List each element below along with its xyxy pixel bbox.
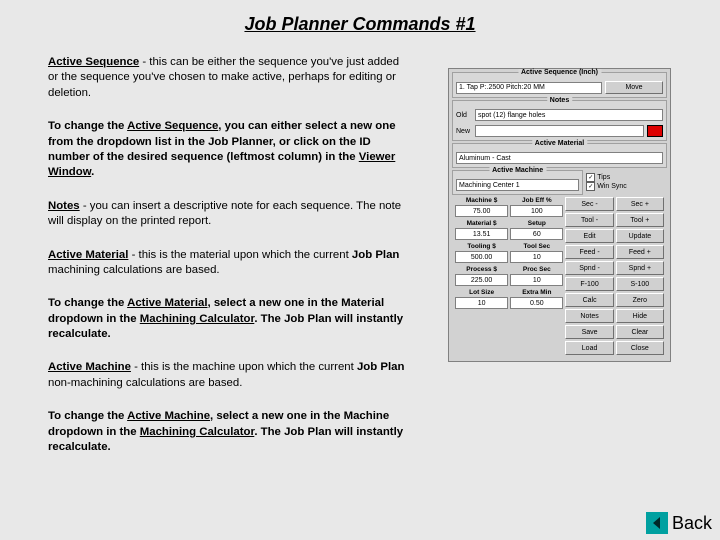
tool-minus-button[interactable]: Tool - <box>565 213 613 227</box>
process-cost-field[interactable]: 225.00 <box>455 274 508 286</box>
spnd-minus-button[interactable]: Spnd - <box>565 261 613 275</box>
process-cost-label: Process $ <box>455 266 508 274</box>
job-eff-label: Job Eff % <box>510 197 563 205</box>
update-button[interactable]: Update <box>616 229 664 243</box>
back-arrow-icon <box>646 512 668 534</box>
zero-button[interactable]: Zero <box>616 293 664 307</box>
tooling-cost-label: Tooling $ <box>455 243 508 251</box>
spnd-plus-button[interactable]: Spnd + <box>616 261 664 275</box>
tooling-cost-field[interactable]: 500.00 <box>455 251 508 263</box>
close-button[interactable]: Close <box>616 341 664 355</box>
s100-button[interactable]: S-100 <box>616 277 664 291</box>
active-sequence-label: Active Sequence (Inch) <box>518 69 601 76</box>
tool-sec-field[interactable]: 10 <box>510 251 563 263</box>
edit-button[interactable]: Edit <box>565 229 613 243</box>
extra-min-label: Extra Min <box>510 289 563 297</box>
move-button[interactable]: Move <box>605 81 663 94</box>
winsync-checkbox[interactable]: ✓Win Sync <box>586 182 667 191</box>
proc-sec-field[interactable]: 10 <box>510 274 563 286</box>
tool-sec-label: Tool Sec <box>510 243 563 251</box>
back-link[interactable]: Back <box>646 512 712 534</box>
clear-button[interactable]: Clear <box>616 325 664 339</box>
notes-button[interactable]: Notes <box>565 309 613 323</box>
color-swatch[interactable] <box>647 125 663 137</box>
notes-section: Notes Old spot (12) flange holes New <box>452 100 667 141</box>
machine-cost-field[interactable]: 75.00 <box>455 205 508 217</box>
extra-min-field[interactable]: 0.50 <box>510 297 563 309</box>
calc-button[interactable]: Calc <box>565 293 613 307</box>
setup-field[interactable]: 60 <box>510 228 563 240</box>
job-eff-field[interactable]: 100 <box>510 205 563 217</box>
active-sequence-section: Active Sequence (Inch) 1. Tap P:.2500 Pi… <box>452 72 667 98</box>
lot-size-field[interactable]: 10 <box>455 297 508 309</box>
material-cost-field[interactable]: 13.51 <box>455 228 508 240</box>
feed-minus-button[interactable]: Feed - <box>565 245 613 259</box>
lot-size-label: Lot Size <box>455 289 508 297</box>
old-note-field[interactable]: spot (12) flange holes <box>475 109 663 121</box>
setup-label: Setup <box>510 220 563 228</box>
new-note-field[interactable] <box>475 125 644 137</box>
body-text: Active Sequence - this can be either the… <box>48 55 408 473</box>
active-machine-section: Active Machine Machining Center 1 <box>452 170 583 195</box>
active-material-section: Active Material Aluminum - Cast <box>452 143 667 168</box>
sec-minus-button[interactable]: Sec - <box>565 197 613 211</box>
active-machine-label: Active Machine <box>489 167 546 174</box>
job-planner-panel: Active Sequence (Inch) 1. Tap P:.2500 Pi… <box>448 68 671 362</box>
load-button[interactable]: Load <box>565 341 613 355</box>
active-sequence-dropdown[interactable]: 1. Tap P:.2500 Pitch:20 MM <box>456 82 602 94</box>
active-material-label: Active Material <box>532 140 587 147</box>
hide-button[interactable]: Hide <box>616 309 664 323</box>
save-button[interactable]: Save <box>565 325 613 339</box>
material-cost-label: Material $ <box>455 220 508 228</box>
proc-sec-label: Proc Sec <box>510 266 563 274</box>
page-title: Job Planner Commands #1 <box>0 0 720 43</box>
notes-label: Notes <box>547 97 572 104</box>
sec-plus-button[interactable]: Sec + <box>616 197 664 211</box>
active-machine-field[interactable]: Machining Center 1 <box>456 179 579 191</box>
f100-button[interactable]: F-100 <box>565 277 613 291</box>
feed-plus-button[interactable]: Feed + <box>616 245 664 259</box>
new-label: New <box>456 128 472 135</box>
active-material-field[interactable]: Aluminum - Cast <box>456 152 663 164</box>
back-label: Back <box>672 513 712 534</box>
tips-checkbox[interactable]: ✓Tips <box>586 173 667 182</box>
machine-cost-label: Machine $ <box>455 197 508 205</box>
old-label: Old <box>456 112 472 119</box>
tool-plus-button[interactable]: Tool + <box>616 213 664 227</box>
